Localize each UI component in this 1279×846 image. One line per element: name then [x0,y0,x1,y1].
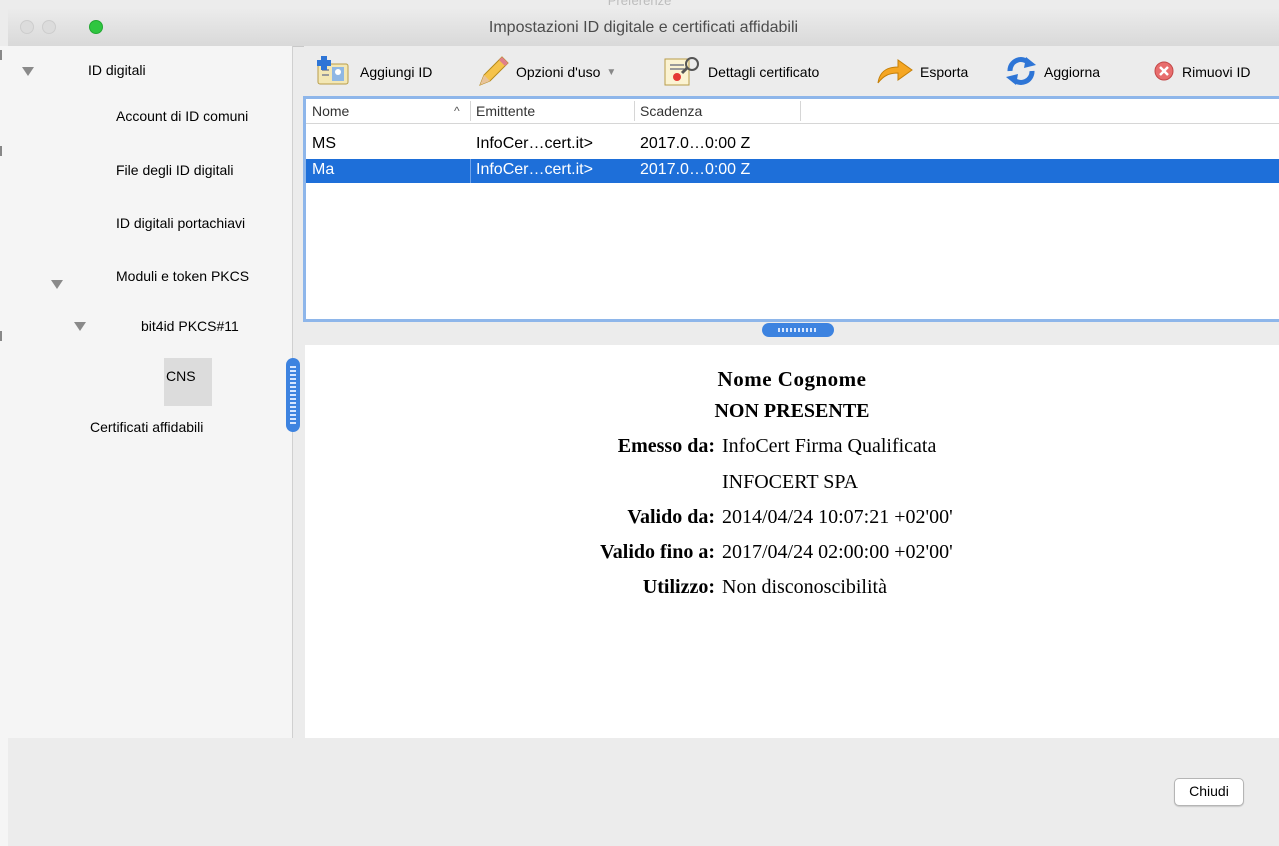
column-divider [470,159,471,183]
sidebar-item-file-id-digitali[interactable]: File degli ID digitali [116,162,234,178]
pencil-icon [476,55,510,90]
cell-expiry: 2017.0…0:00 Z [640,161,751,178]
sidebar-item-label: CNS [166,368,196,384]
sidebar-item-label: bit4id PKCS#11 [141,318,239,334]
background-window-title: Preferenze [607,0,672,8]
sidebar-item-moduli-token-pkcs[interactable]: Moduli e token PKCS [116,268,249,284]
add-id-icon [314,55,354,89]
certificate-details-button[interactable]: Dettagli certificato [662,56,819,88]
chevron-down-icon: ▼ [606,66,617,78]
cell-name: Ma [312,161,335,178]
sidebar-item-account-id-comuni[interactable]: Account di ID comuni [116,108,248,124]
refresh-button[interactable]: Aggiorna [1004,56,1100,88]
window-title: Impostazioni ID digitale e certificati a… [488,19,799,36]
edge-mark [0,146,2,156]
issued-by-key: Emesso da: [617,435,715,457]
cell-expiry: 2017.0…0:00 Z [640,135,751,152]
disclosure-triangle-icon[interactable] [51,280,63,289]
add-id-label: Aggiungi ID [360,64,433,80]
column-header-nome[interactable]: Nome [312,103,349,119]
arrow-right-icon [876,57,914,88]
edge-mark [0,331,2,341]
background-window-edge [0,46,8,846]
disclosure-triangle-icon[interactable] [74,322,86,331]
refresh-icon [1004,55,1038,90]
add-id-button[interactable]: Aggiungi ID [314,55,433,89]
grip-icon [778,328,818,332]
remove-icon [1152,59,1176,86]
column-divider[interactable] [634,101,635,121]
column-divider[interactable] [470,101,471,121]
toolbar: Aggiungi ID Opzioni d'uso ▼ Dettagli cer… [304,46,1279,96]
sidebar-item-bit4id[interactable]: bit4id PKCS#11 [141,318,239,334]
export-label: Esporta [920,64,969,80]
certificate-details-panel: Nome Cognome NON PRESENTE Emesso da: Inf… [305,345,1279,738]
sidebar-item-label: ID digitali [88,62,146,78]
certificate-icon [662,55,702,90]
horizontal-splitter-handle[interactable] [762,323,834,337]
valid-to-value: 2017/04/24 02:00:00 +02'00' [722,541,953,563]
sidebar-item-label: Certificati affidabili [90,419,204,435]
usage-options-button[interactable]: Opzioni d'uso ▼ [476,55,617,90]
close-button[interactable]: Chiudi [1174,778,1244,806]
issued-by-org: INFOCERT SPA [722,471,859,493]
usage-options-label: Opzioni d'uso [516,64,601,80]
sort-ascending-icon: ^ [454,104,460,118]
cell-issuer: InfoCer…cert.it> [476,135,593,152]
certificate-details-label: Dettagli certificato [708,64,820,80]
table-row[interactable]: MS InfoCer…cert.it> 2017.0…0:00 Z [306,133,1279,157]
valid-from-key: Valido da: [627,506,715,528]
window-titlebar[interactable]: Impostazioni ID digitale e certificati a… [8,8,1279,47]
sidebar-item-label: Moduli e token PKCS [116,268,250,284]
valid-from-value: 2014/04/24 10:07:21 +02'00' [722,506,953,528]
vertical-splitter-handle[interactable] [286,358,300,432]
cell-name: MS [312,135,336,152]
usage-value: Non disconoscibilità [722,576,887,598]
dialog-footer: Chiudi [8,738,1279,846]
sidebar-item-cns[interactable]: CNS [166,368,196,384]
column-divider[interactable] [800,101,801,121]
cert-subject-name: Nome Cognome [717,367,867,391]
column-header-emittente[interactable]: Emittente [476,103,535,119]
sidebar-tree[interactable]: ID digitali Account di ID comuni File de… [8,46,293,738]
disclosure-triangle-icon[interactable] [22,67,34,76]
grip-icon [290,366,296,424]
sidebar-item-label: File degli ID digitali [116,162,234,178]
certificate-table[interactable]: Nome ^ Emittente Scadenza MS InfoCer…cer… [303,96,1279,322]
sidebar-item-label: ID digitali portachiavi [116,215,246,231]
table-row-selected[interactable]: Ma InfoCer…cert.it> 2017.0…0:00 Z [306,159,1279,183]
refresh-label: Aggiorna [1044,64,1101,80]
table-header: Nome ^ Emittente Scadenza [306,99,1279,124]
remove-id-label: Rimuovi ID [1182,64,1251,80]
column-header-scadenza[interactable]: Scadenza [640,103,702,119]
cell-issuer: InfoCer…cert.it> [476,161,593,178]
sidebar-item-certificati-affidabili[interactable]: Certificati affidabili [90,419,203,435]
sidebar-item-id-digitali[interactable]: ID digitali [88,62,146,78]
issued-by-value: InfoCert Firma Qualificata [722,435,937,457]
valid-to-key: Valido fino a: [600,541,715,563]
sidebar-item-label: Account di ID comuni [116,108,249,124]
edge-mark [0,50,2,60]
sidebar-item-id-portachiavi[interactable]: ID digitali portachiavi [116,215,245,231]
remove-id-button[interactable]: Rimuovi ID [1152,56,1250,88]
export-button[interactable]: Esporta [876,56,968,88]
usage-key: Utilizzo: [642,576,715,598]
cert-subject-org: NON PRESENTE [714,400,870,422]
